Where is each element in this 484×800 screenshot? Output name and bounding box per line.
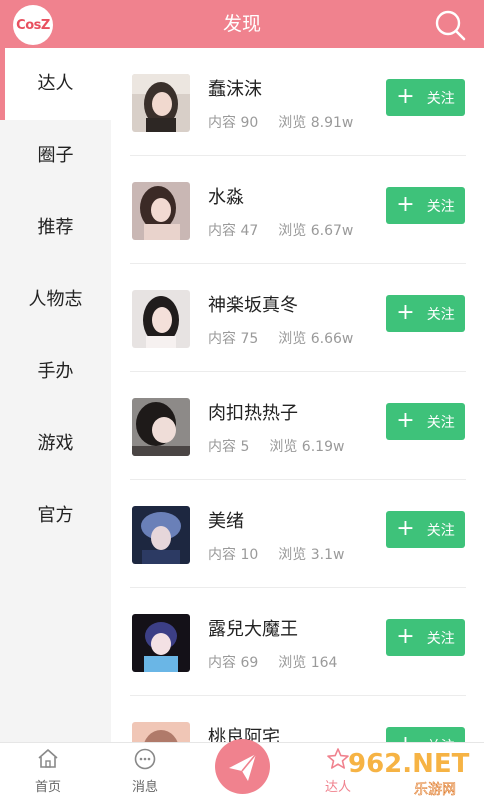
avatar[interactable] <box>132 722 190 742</box>
follow-label: 关注 <box>426 522 455 539</box>
watermark-text: 962.NET <box>348 749 470 779</box>
plus-icon: + <box>396 623 415 649</box>
user-name: 美绪 <box>208 511 244 532</box>
tab-home-label: 首页 <box>34 780 61 795</box>
user-stats: 内容 69 浏览 164 <box>208 652 337 672</box>
content-count: 内容 75 <box>208 331 259 347</box>
user-stats: 内容 90 浏览 8.91w <box>208 112 353 132</box>
category-sidebar: 达人 圈子 推荐 人物志 手办 游戏 官方 <box>0 48 111 742</box>
follow-label: 关注 <box>426 414 455 431</box>
avatar[interactable] <box>132 74 190 132</box>
page-title: 发现 <box>222 13 261 35</box>
content-count: 内容 90 <box>208 115 259 131</box>
user-name: 水淼 <box>208 187 244 208</box>
sidebar-item-figures[interactable]: 手办 <box>0 336 111 408</box>
tab-messages[interactable]: 消息 <box>105 743 185 800</box>
list-item[interactable]: 美绪 内容 10 浏览 3.1w + 关注 <box>130 480 466 588</box>
view-count: 浏览 164 <box>278 655 338 671</box>
paper-plane-icon <box>229 753 257 781</box>
user-name: 蠢沫沫 <box>208 79 262 100</box>
home-icon <box>38 749 58 768</box>
tab-home[interactable]: 首页 <box>8 743 88 800</box>
list-item[interactable]: 肉扣热热子 内容 5 浏览 6.19w + 关注 <box>130 372 466 480</box>
sidebar-item-official[interactable]: 官方 <box>0 480 111 552</box>
avatar[interactable] <box>132 506 190 564</box>
user-stats: 内容 75 浏览 6.66w <box>208 328 353 348</box>
user-name: 露兒大魔王 <box>208 619 298 640</box>
follow-label: 关注 <box>426 306 455 323</box>
avatar[interactable] <box>132 614 190 672</box>
search-icon <box>435 10 466 41</box>
follow-label: 关注 <box>426 630 455 647</box>
follow-button[interactable]: + 关注 <box>386 619 465 656</box>
watermark-subtext: 乐游网 <box>414 782 456 798</box>
plus-icon: + <box>396 407 415 433</box>
list-item[interactable]: 露兒大魔王 内容 69 浏览 164 + 关注 <box>130 588 466 696</box>
sidebar-item-experts[interactable]: 达人 <box>0 48 111 120</box>
top-app-bar: CosZ 发现 <box>0 0 484 48</box>
follow-button[interactable]: + 关注 <box>386 79 465 116</box>
avatar[interactable] <box>132 290 190 348</box>
sidebar-item-circles[interactable]: 圈子 <box>0 120 111 192</box>
follow-button[interactable]: + 关注 <box>386 295 465 332</box>
content-count: 内容 47 <box>208 223 259 239</box>
user-stats: 内容 5 浏览 6.19w <box>208 436 344 456</box>
user-name: 神楽坂真冬 <box>208 295 298 316</box>
avatar[interactable] <box>132 398 190 456</box>
view-count: 浏览 3.1w <box>278 547 345 563</box>
view-count: 浏览 6.67w <box>278 223 354 239</box>
follow-button[interactable]: + 关注 <box>386 511 465 548</box>
follow-button[interactable]: + 关注 <box>386 403 465 440</box>
view-count: 浏览 6.66w <box>278 331 354 347</box>
sidebar-item-games[interactable]: 游戏 <box>0 408 111 480</box>
plus-icon: + <box>396 191 415 217</box>
site-watermark: 962.NET 乐游网 <box>340 742 484 800</box>
follow-label: 关注 <box>426 90 455 107</box>
tab-messages-label: 消息 <box>131 780 158 795</box>
view-count: 浏览 6.19w <box>269 439 345 455</box>
publish-button[interactable] <box>215 739 270 794</box>
search-button[interactable] <box>432 8 468 42</box>
list-item[interactable]: 水淼 内容 47 浏览 6.67w + 关注 <box>130 156 466 264</box>
sidebar-item-recommended[interactable]: 推荐 <box>0 192 111 264</box>
list-item[interactable]: 桃良阿宅 +关注 <box>130 696 466 742</box>
content-count: 内容 10 <box>208 547 259 563</box>
plus-icon: + <box>396 515 415 541</box>
user-name: 肉扣热热子 <box>208 403 298 424</box>
user-stats: 内容 47 浏览 6.67w <box>208 220 353 240</box>
avatar[interactable] <box>132 182 190 240</box>
plus-icon: + <box>396 733 414 742</box>
expert-list[interactable]: 蠢沫沫 内容 90 浏览 8.91w + 关注 水淼 内容 47 浏览 6.67w +… <box>111 48 484 742</box>
plus-icon: + <box>396 299 415 325</box>
content-count: 内容 69 <box>208 655 259 671</box>
follow-button[interactable]: +关注 <box>386 727 465 742</box>
plus-icon: + <box>396 83 415 109</box>
sidebar-item-profiles[interactable]: 人物志 <box>0 264 111 336</box>
message-icon <box>134 748 156 770</box>
content-count: 内容 5 <box>208 439 250 455</box>
list-item[interactable]: 蠢沫沫 内容 90 浏览 8.91w + 关注 <box>130 48 466 156</box>
list-item[interactable]: 神楽坂真冬 内容 75 浏览 6.66w + 关注 <box>130 264 466 372</box>
user-stats: 内容 10 浏览 3.1w <box>208 544 344 564</box>
view-count: 浏览 8.91w <box>278 115 354 131</box>
follow-label: 关注 <box>426 198 455 215</box>
follow-button[interactable]: + 关注 <box>386 187 465 224</box>
